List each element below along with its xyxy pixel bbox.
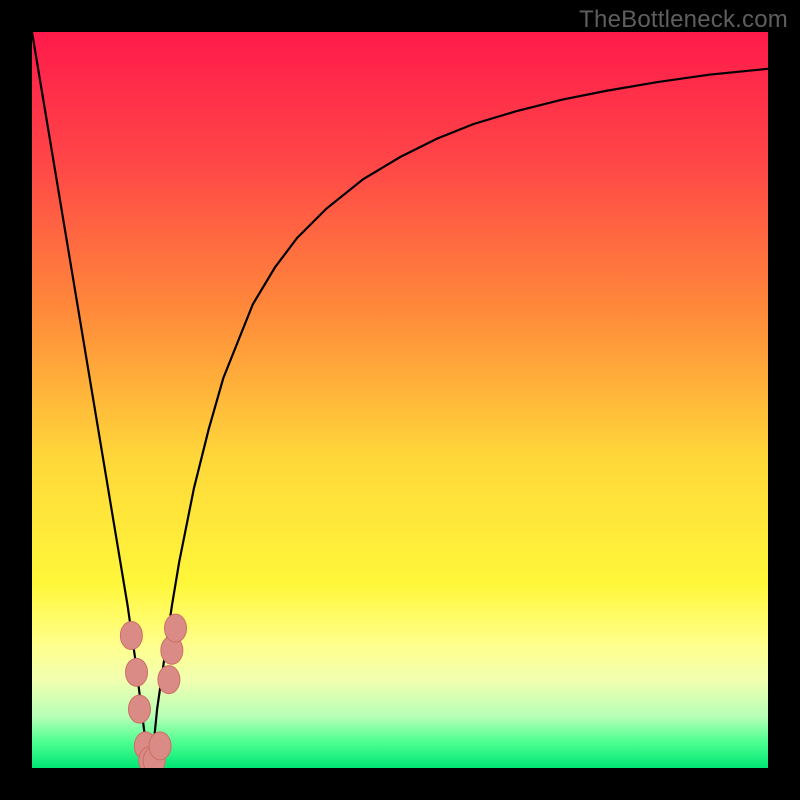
data-point-marker [165,614,187,642]
data-point-marker [128,695,150,723]
data-point-marker [149,732,171,760]
bottleneck-chart [32,32,768,768]
plot-area [32,32,768,768]
data-point-marker [126,658,148,686]
gradient-background [32,32,768,768]
data-point-marker [120,622,142,650]
chart-frame: TheBottleneck.com [0,0,800,800]
data-point-marker [158,666,180,694]
watermark-text: TheBottleneck.com [579,6,788,34]
